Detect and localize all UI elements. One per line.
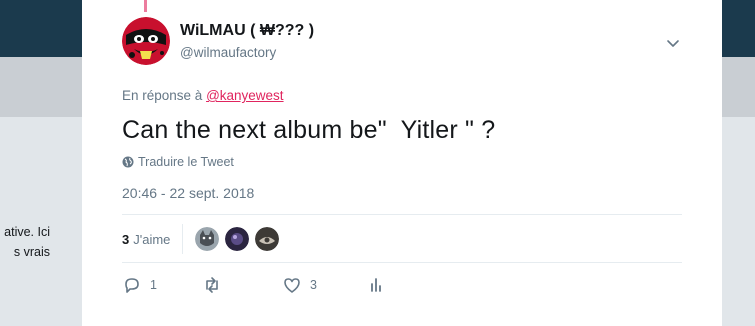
liker-avatar[interactable] <box>195 227 220 251</box>
background-text: ative. Ici s vrais <box>0 222 82 262</box>
avatar-image <box>122 17 170 65</box>
background-right-strip <box>722 117 755 326</box>
tweet-timestamp[interactable]: 20:46 - 22 sept. 2018 <box>122 185 254 201</box>
reply-button[interactable]: 1 <box>122 272 202 298</box>
analytics-button[interactable] <box>366 272 406 298</box>
retweet-icon <box>206 277 218 293</box>
translate-link[interactable]: Traduire le Tweet <box>122 155 234 169</box>
like-button[interactable]: 3 <box>282 272 366 298</box>
heart-icon <box>284 278 300 293</box>
background-text-line: s vrais <box>13 245 50 259</box>
like-count: 3 <box>310 278 317 292</box>
reply-to-link[interactable]: @kanyewest <box>206 88 284 103</box>
tweet-card: WiLMAU ( ₩??? ) @wilmaufactory En répons… <box>82 0 722 326</box>
retweet-button[interactable] <box>202 272 282 298</box>
globe-icon <box>122 156 134 168</box>
reply-prefix: En réponse à <box>122 88 207 103</box>
reply-icon <box>125 278 139 293</box>
tweet-actions: 1 3 <box>122 272 406 298</box>
author-name[interactable]: WiLMAU ( ₩??? ) <box>180 22 314 40</box>
likes-summary: 3 J'aime <box>122 224 285 254</box>
thread-line <box>144 0 147 12</box>
avatar[interactable] <box>122 17 170 65</box>
background-text-line: ative. Ici <box>4 225 50 239</box>
chevron-down-icon[interactable] <box>665 35 681 51</box>
translate-label: Traduire le Tweet <box>138 155 234 169</box>
liker-avatar[interactable] <box>225 227 250 251</box>
vertical-divider <box>182 224 184 254</box>
author-handle[interactable]: @wilmaufactory <box>180 45 276 60</box>
likes-count[interactable]: 3 <box>122 232 129 247</box>
divider <box>122 214 682 215</box>
likes-label[interactable]: J'aime <box>133 232 170 247</box>
bar-chart-icon <box>371 278 381 292</box>
reply-count: 1 <box>150 278 157 292</box>
reply-context: En réponse à @kanyewest <box>122 88 284 103</box>
liker-avatar[interactable] <box>255 227 280 251</box>
divider <box>122 262 682 263</box>
tweet-text: Can the next album be" Yitler " ? <box>122 116 496 144</box>
